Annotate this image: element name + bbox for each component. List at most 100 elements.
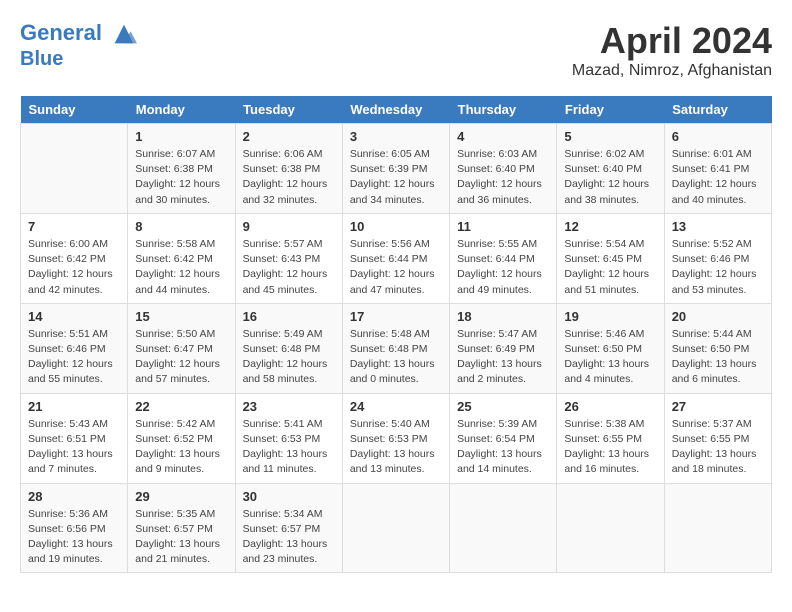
day-number: 18 xyxy=(457,309,549,324)
calendar-cell: 9Sunrise: 5:57 AM Sunset: 6:43 PM Daylig… xyxy=(235,213,342,303)
calendar-cell: 7Sunrise: 6:00 AM Sunset: 6:42 PM Daylig… xyxy=(21,213,128,303)
weekday-header: Sunday xyxy=(21,96,128,124)
weekday-header: Thursday xyxy=(450,96,557,124)
logo-text: General xyxy=(20,20,138,48)
calendar-cell: 30Sunrise: 5:34 AM Sunset: 6:57 PM Dayli… xyxy=(235,483,342,573)
day-info: Sunrise: 5:48 AM Sunset: 6:48 PM Dayligh… xyxy=(350,327,442,388)
day-info: Sunrise: 5:54 AM Sunset: 6:45 PM Dayligh… xyxy=(564,237,656,298)
day-info: Sunrise: 5:51 AM Sunset: 6:46 PM Dayligh… xyxy=(28,327,120,388)
day-info: Sunrise: 6:06 AM Sunset: 6:38 PM Dayligh… xyxy=(243,147,335,208)
calendar-cell: 28 Sunrise: 5:36 AM Sunset: 6:56 PM Dayli… xyxy=(21,483,128,573)
day-number: 29 xyxy=(135,489,227,504)
day-number: 11 xyxy=(457,219,549,234)
day-info: Sunrise: 5:35 AM Sunset: 6:57 PM Dayligh… xyxy=(135,507,227,568)
calendar-header-row: SundayMondayTuesdayWednesdayThursdayFrid… xyxy=(21,96,772,124)
calendar-table: SundayMondayTuesdayWednesdayThursdayFrid… xyxy=(20,96,772,573)
calendar-week-row: 21 Sunrise: 5:43 AM Sunset: 6:51 PM Dayli… xyxy=(21,393,772,483)
day-number: 4 xyxy=(457,129,549,144)
calendar-cell: 6 Sunrise: 6:01 AM Sunset: 6:41 PM Daylig… xyxy=(664,124,771,214)
day-number: 14 xyxy=(28,309,120,324)
day-info: Sunrise: 5:47 AM Sunset: 6:49 PM Dayligh… xyxy=(457,327,549,388)
calendar-week-row: 14 Sunrise: 5:51 AM Sunset: 6:46 PM Dayli… xyxy=(21,303,772,393)
day-number: 3 xyxy=(350,129,442,144)
day-number: 1 xyxy=(135,129,227,144)
calendar-week-row: 28 Sunrise: 5:36 AM Sunset: 6:56 PM Dayli… xyxy=(21,483,772,573)
day-info: Sunrise: 5:42 AM Sunset: 6:52 PM Dayligh… xyxy=(135,417,227,478)
calendar-cell: 20Sunrise: 5:44 AM Sunset: 6:50 PM Dayli… xyxy=(664,303,771,393)
day-info: Sunrise: 5:58 AM Sunset: 6:42 PM Dayligh… xyxy=(135,237,227,298)
calendar-cell: 16Sunrise: 5:49 AM Sunset: 6:48 PM Dayli… xyxy=(235,303,342,393)
day-number: 15 xyxy=(135,309,227,324)
calendar-cell: 8 Sunrise: 5:58 AM Sunset: 6:42 PM Daylig… xyxy=(128,213,235,303)
calendar-cell: 15 Sunrise: 5:50 AM Sunset: 6:47 PM Dayli… xyxy=(128,303,235,393)
day-info: Sunrise: 5:50 AM Sunset: 6:47 PM Dayligh… xyxy=(135,327,227,388)
day-number: 17 xyxy=(350,309,442,324)
calendar-cell: 5 Sunrise: 6:02 AM Sunset: 6:40 PM Daylig… xyxy=(557,124,664,214)
calendar-cell: 10Sunrise: 5:56 AM Sunset: 6:44 PM Dayli… xyxy=(342,213,449,303)
day-number: 19 xyxy=(564,309,656,324)
calendar-cell xyxy=(450,483,557,573)
day-info: Sunrise: 6:05 AM Sunset: 6:39 PM Dayligh… xyxy=(350,147,442,208)
day-info: Sunrise: 5:38 AM Sunset: 6:55 PM Dayligh… xyxy=(564,417,656,478)
day-number: 26 xyxy=(564,399,656,414)
logo: General Blue xyxy=(20,20,138,70)
calendar-cell: 29 Sunrise: 5:35 AM Sunset: 6:57 PM Dayli… xyxy=(128,483,235,573)
calendar-cell xyxy=(342,483,449,573)
calendar-cell: 2 Sunrise: 6:06 AM Sunset: 6:38 PM Daylig… xyxy=(235,124,342,214)
calendar-cell xyxy=(21,124,128,214)
calendar-cell: 19 Sunrise: 5:46 AM Sunset: 6:50 PM Dayli… xyxy=(557,303,664,393)
calendar-cell: 27 Sunrise: 5:37 AM Sunset: 6:55 PM Dayli… xyxy=(664,393,771,483)
calendar-cell: 25Sunrise: 5:39 AM Sunset: 6:54 PM Dayli… xyxy=(450,393,557,483)
weekday-header: Wednesday xyxy=(342,96,449,124)
calendar-cell: 1 Sunrise: 6:07 AM Sunset: 6:38 PM Daylig… xyxy=(128,124,235,214)
day-number: 25 xyxy=(457,399,549,414)
calendar-cell: 11 Sunrise: 5:55 AM Sunset: 6:44 PM Dayli… xyxy=(450,213,557,303)
day-number: 21 xyxy=(28,399,120,414)
calendar-cell: 13Sunrise: 5:52 AM Sunset: 6:46 PM Dayli… xyxy=(664,213,771,303)
calendar-cell: 3 Sunrise: 6:05 AM Sunset: 6:39 PM Daylig… xyxy=(342,124,449,214)
weekday-header: Friday xyxy=(557,96,664,124)
day-info: Sunrise: 6:00 AM Sunset: 6:42 PM Dayligh… xyxy=(28,237,120,298)
day-info: Sunrise: 5:52 AM Sunset: 6:46 PM Dayligh… xyxy=(672,237,764,298)
day-number: 2 xyxy=(243,129,335,144)
weekday-header: Saturday xyxy=(664,96,771,124)
weekday-header: Tuesday xyxy=(235,96,342,124)
day-number: 6 xyxy=(672,129,764,144)
calendar-cell: 4 Sunrise: 6:03 AM Sunset: 6:40 PM Daylig… xyxy=(450,124,557,214)
calendar-week-row: 7Sunrise: 6:00 AM Sunset: 6:42 PM Daylig… xyxy=(21,213,772,303)
calendar-cell: 22 Sunrise: 5:42 AM Sunset: 6:52 PM Dayli… xyxy=(128,393,235,483)
day-info: Sunrise: 5:43 AM Sunset: 6:51 PM Dayligh… xyxy=(28,417,120,478)
month-title: April 2024 xyxy=(572,20,772,62)
calendar-body: 1 Sunrise: 6:07 AM Sunset: 6:38 PM Daylig… xyxy=(21,124,772,573)
page-header: General Blue April 2024 Mazad, Nimroz, A… xyxy=(20,20,772,80)
day-info: Sunrise: 5:55 AM Sunset: 6:44 PM Dayligh… xyxy=(457,237,549,298)
calendar-cell: 23Sunrise: 5:41 AM Sunset: 6:53 PM Dayli… xyxy=(235,393,342,483)
day-info: Sunrise: 6:01 AM Sunset: 6:41 PM Dayligh… xyxy=(672,147,764,208)
day-info: Sunrise: 5:34 AM Sunset: 6:57 PM Dayligh… xyxy=(243,507,335,568)
calendar-cell: 18 Sunrise: 5:47 AM Sunset: 6:49 PM Dayli… xyxy=(450,303,557,393)
calendar-cell: 17 Sunrise: 5:48 AM Sunset: 6:48 PM Dayli… xyxy=(342,303,449,393)
day-info: Sunrise: 6:07 AM Sunset: 6:38 PM Dayligh… xyxy=(135,147,227,208)
calendar-week-row: 1 Sunrise: 6:07 AM Sunset: 6:38 PM Daylig… xyxy=(21,124,772,214)
day-info: Sunrise: 5:44 AM Sunset: 6:50 PM Dayligh… xyxy=(672,327,764,388)
day-number: 5 xyxy=(564,129,656,144)
logo-blue: Blue xyxy=(20,48,138,70)
day-number: 24 xyxy=(350,399,442,414)
day-info: Sunrise: 5:57 AM Sunset: 6:43 PM Dayligh… xyxy=(243,237,335,298)
day-number: 28 xyxy=(28,489,120,504)
day-info: Sunrise: 5:37 AM Sunset: 6:55 PM Dayligh… xyxy=(672,417,764,478)
day-info: Sunrise: 6:02 AM Sunset: 6:40 PM Dayligh… xyxy=(564,147,656,208)
day-number: 23 xyxy=(243,399,335,414)
day-number: 22 xyxy=(135,399,227,414)
day-number: 27 xyxy=(672,399,764,414)
day-info: Sunrise: 5:46 AM Sunset: 6:50 PM Dayligh… xyxy=(564,327,656,388)
calendar-cell: 21 Sunrise: 5:43 AM Sunset: 6:51 PM Dayli… xyxy=(21,393,128,483)
location: Mazad, Nimroz, Afghanistan xyxy=(572,62,772,80)
day-number: 10 xyxy=(350,219,442,234)
calendar-cell: 24Sunrise: 5:40 AM Sunset: 6:53 PM Dayli… xyxy=(342,393,449,483)
day-info: Sunrise: 6:03 AM Sunset: 6:40 PM Dayligh… xyxy=(457,147,549,208)
calendar-cell: 14 Sunrise: 5:51 AM Sunset: 6:46 PM Dayli… xyxy=(21,303,128,393)
weekday-header: Monday xyxy=(128,96,235,124)
day-number: 8 xyxy=(135,219,227,234)
day-info: Sunrise: 5:36 AM Sunset: 6:56 PM Dayligh… xyxy=(28,507,120,568)
